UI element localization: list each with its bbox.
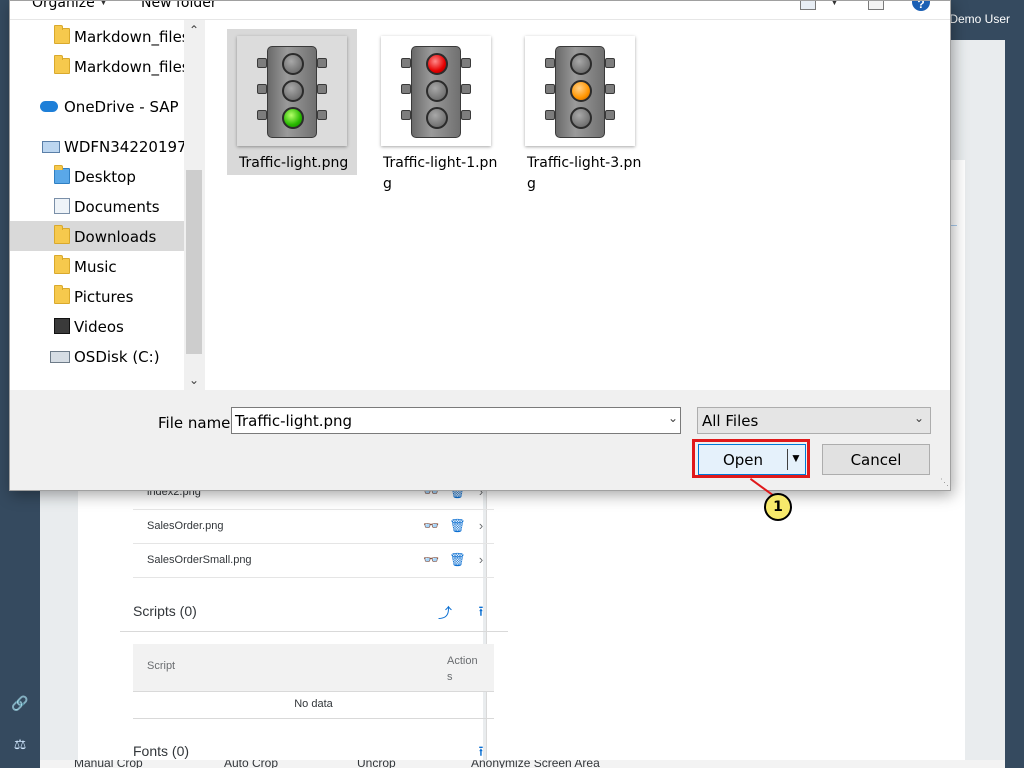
nav-item-markdown-files[interactable]: Markdown_files bbox=[10, 21, 184, 51]
chevron-up-icon[interactable]: ⌃ bbox=[184, 20, 204, 40]
cancel-button[interactable]: Cancel bbox=[822, 444, 930, 475]
upload-icon[interactable]: ⭱ bbox=[472, 601, 490, 625]
nav-item-label: Markdown_files bbox=[74, 28, 184, 46]
file-name: Traffic-light-1.png bbox=[383, 155, 498, 192]
chevron-down-icon: ▼ bbox=[99, 1, 108, 7]
nav-item-documents[interactable]: Documents bbox=[10, 191, 184, 221]
nav-item-label: Documents bbox=[74, 198, 160, 216]
chevron-right-icon[interactable]: › bbox=[473, 518, 489, 533]
callout-number: 1 bbox=[764, 493, 792, 521]
file-name: Traffic-light.png bbox=[239, 155, 349, 171]
dialog-toolbar: Organize ▼ New folder ▼ ? bbox=[10, 1, 950, 20]
column-header-script: Script bbox=[147, 660, 176, 672]
bottom-toolbar: Manual Crop Auto Crop Uncrop Anonymize S… bbox=[40, 760, 1005, 768]
nav-item-pictures[interactable]: Pictures bbox=[10, 281, 184, 311]
preview-icon[interactable]: 👓 bbox=[423, 518, 439, 534]
traffic-light-thumbnail bbox=[381, 36, 491, 146]
nav-item-osdisk[interactable]: OSDisk (C:) bbox=[10, 341, 184, 371]
nav-item-label: Desktop bbox=[74, 168, 136, 186]
traffic-light-thumbnail bbox=[237, 36, 347, 146]
chevron-down-icon[interactable]: ⌄ bbox=[668, 411, 678, 425]
file-name-label: File name: bbox=[158, 414, 236, 432]
file-name: Traffic-light-3.png bbox=[527, 155, 642, 192]
chevron-down-icon[interactable]: ⌄ bbox=[184, 370, 204, 390]
preview-pane-icon[interactable] bbox=[868, 1, 884, 10]
nav-item-markdown-files[interactable]: Markdown_files bbox=[10, 51, 184, 81]
auto-crop-button[interactable]: Auto Crop bbox=[224, 760, 278, 768]
desktop-folder-icon bbox=[54, 165, 70, 184]
new-folder-button[interactable]: New folder bbox=[141, 1, 217, 11]
documents-folder-icon bbox=[54, 198, 70, 214]
nav-item-videos[interactable]: Videos bbox=[10, 311, 184, 341]
folder-icon bbox=[54, 25, 70, 44]
nav-item-label: Markdown_files bbox=[74, 58, 184, 76]
folder-icon bbox=[54, 55, 70, 74]
scripts-table: Script Actions No data bbox=[133, 644, 494, 720]
chevron-down-icon[interactable]: ▼ bbox=[830, 1, 839, 7]
file-name-field[interactable]: Traffic-light.png ⌄ bbox=[231, 407, 681, 434]
table-header: Script Actions bbox=[133, 644, 494, 692]
file-type-value: All Files bbox=[702, 412, 759, 430]
app-right-strip bbox=[1005, 40, 1024, 768]
nav-item-downloads[interactable]: Downloads bbox=[10, 221, 184, 251]
file-name: SalesOrder.png bbox=[147, 520, 224, 532]
link-icon[interactable]: 🔗 bbox=[10, 693, 30, 713]
file-name-value: Traffic-light.png bbox=[235, 412, 353, 430]
nav-item-this-pc[interactable]: WDFN34220197A bbox=[10, 131, 184, 161]
file-row[interactable]: SalesOrder.png 👓 🗑 › bbox=[133, 510, 494, 544]
nav-item-label: Videos bbox=[74, 318, 124, 336]
navigation-pane: Markdown_files Markdown_files OneDrive -… bbox=[10, 20, 204, 390]
anonymize-screen-area-button[interactable]: Anonymize Screen Area bbox=[471, 760, 600, 768]
videos-folder-icon bbox=[54, 318, 70, 334]
nav-item-label: WDFN34220197A bbox=[64, 138, 184, 156]
file-type-select[interactable]: All Files ⌄ bbox=[697, 407, 931, 434]
nav-item-music[interactable]: Music bbox=[10, 251, 184, 281]
pictures-folder-icon bbox=[54, 285, 70, 304]
nav-item-label: Music bbox=[74, 258, 117, 276]
file-item-traffic-light-3[interactable]: Traffic-light-3.png bbox=[515, 29, 645, 192]
file-open-dialog: Organize ▼ New folder ▼ ? Markdown_files… bbox=[9, 0, 951, 491]
uncrop-button[interactable]: Uncrop bbox=[357, 760, 396, 768]
file-item-traffic-light[interactable]: Traffic-light.png bbox=[227, 29, 357, 175]
scripts-title: Scripts (0) bbox=[133, 603, 197, 619]
highlight-box bbox=[692, 439, 810, 478]
view-options-icon[interactable] bbox=[800, 1, 816, 10]
music-folder-icon bbox=[54, 255, 70, 274]
create-script-icon[interactable]: ⤴ bbox=[436, 603, 454, 623]
onedrive-icon bbox=[40, 101, 58, 112]
nav-item-label: OSDisk (C:) bbox=[74, 348, 160, 366]
chevron-down-icon: ⌄ bbox=[913, 411, 924, 425]
chevron-right-icon[interactable]: › bbox=[473, 552, 489, 567]
divider bbox=[133, 718, 494, 719]
file-row[interactable]: SalesOrderSmall.png 👓 🗑 › bbox=[133, 544, 494, 578]
file-item-traffic-light-1[interactable]: Traffic-light-1.png bbox=[371, 29, 501, 192]
nav-item-onedrive[interactable]: OneDrive - SAP SE bbox=[10, 91, 184, 121]
scrollbar-thumb[interactable] bbox=[186, 170, 202, 354]
delete-icon[interactable]: 🗑 bbox=[449, 552, 466, 568]
traffic-light-thumbnail bbox=[525, 36, 635, 146]
cancel-button-label: Cancel bbox=[850, 451, 902, 469]
help-icon[interactable]: ? bbox=[912, 1, 930, 11]
organize-button[interactable]: Organize bbox=[32, 1, 95, 11]
fonts-title: Fonts (0) bbox=[133, 743, 190, 759]
empty-table-text: No data bbox=[294, 698, 333, 710]
nav-item-label: Pictures bbox=[74, 288, 134, 306]
column-header-actions: Actions bbox=[447, 655, 478, 683]
nav-item-label: OneDrive - SAP SE bbox=[64, 98, 184, 116]
drive-icon bbox=[50, 351, 70, 363]
scale-icon[interactable]: ⚖ bbox=[10, 734, 30, 754]
delete-icon[interactable]: 🗑 bbox=[449, 518, 466, 534]
file-name: SalesOrderSmall.png bbox=[147, 554, 252, 566]
nav-item-label: Downloads bbox=[74, 228, 157, 246]
preview-icon[interactable]: 👓 bbox=[423, 552, 439, 568]
file-list: Traffic-light.png Traffic-light-1.png Tr… bbox=[205, 20, 950, 390]
nav-scrollbar[interactable]: ⌃ ⌄ bbox=[184, 20, 204, 390]
downloads-folder-icon bbox=[54, 225, 70, 244]
manual-crop-button[interactable]: Manual Crop bbox=[74, 760, 143, 768]
user-name[interactable]: Demo User bbox=[949, 12, 1010, 26]
divider bbox=[120, 631, 508, 632]
nav-item-desktop[interactable]: Desktop bbox=[10, 161, 184, 191]
computer-icon bbox=[42, 141, 60, 153]
resize-grip-icon[interactable]: ⋱ bbox=[940, 477, 949, 488]
